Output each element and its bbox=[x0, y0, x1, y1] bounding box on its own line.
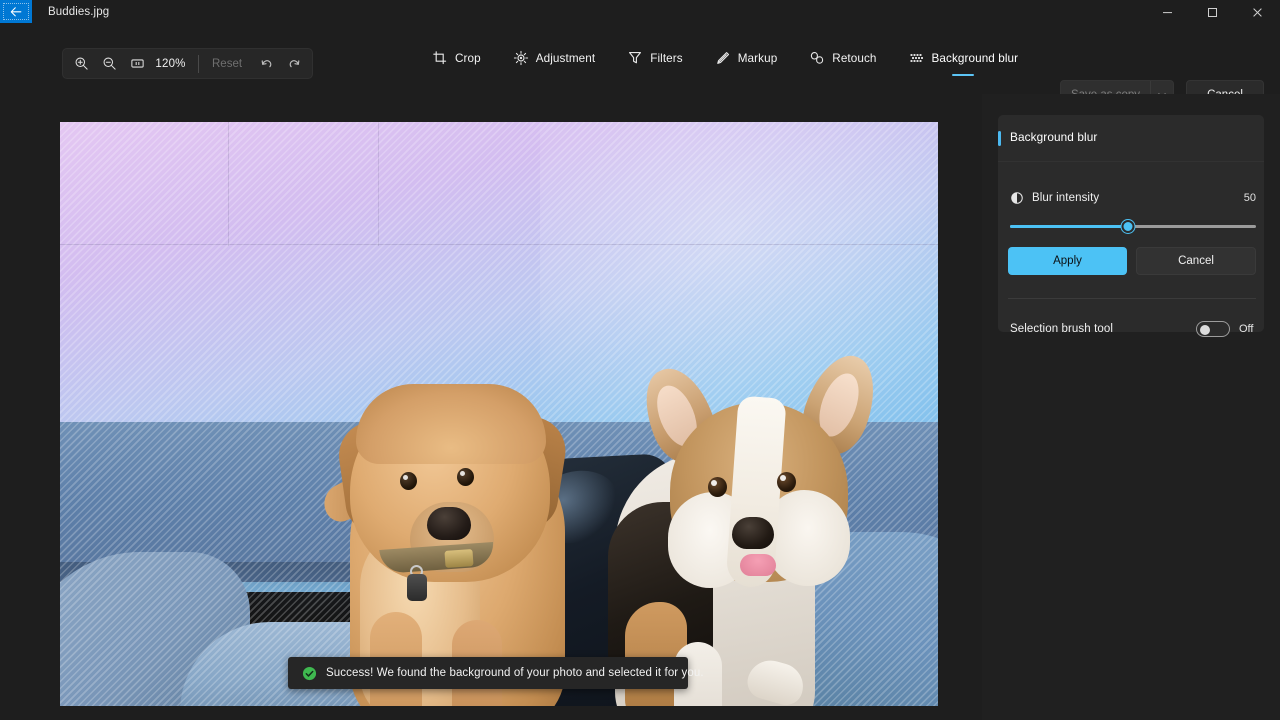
photo-dog1-nose bbox=[427, 507, 471, 540]
back-button[interactable] bbox=[0, 0, 32, 23]
slider-thumb[interactable] bbox=[1121, 220, 1135, 233]
right-panel: Background blur Blur intensity 50 Apply … bbox=[982, 94, 1280, 720]
toast-message: Success! We found the background of your… bbox=[326, 667, 704, 679]
panel-title: Background blur bbox=[1010, 130, 1098, 144]
command-bar: 120% Reset Crop Adjustment Filters Marku… bbox=[0, 32, 1280, 110]
tab-markup[interactable]: Markup bbox=[709, 44, 784, 76]
panel-cancel-button[interactable]: Cancel bbox=[1136, 247, 1256, 275]
tab-label: Adjustment bbox=[535, 51, 596, 65]
blur-intensity-row: Blur intensity 50 bbox=[1010, 189, 1256, 207]
blur-intensity-value: 50 bbox=[1243, 192, 1256, 204]
close-button[interactable] bbox=[1235, 0, 1280, 24]
tab-underline bbox=[952, 73, 975, 76]
photo-dog1-eye-right bbox=[457, 468, 474, 486]
photo-dog2-eye-left bbox=[708, 477, 727, 497]
selection-brush-toggle[interactable] bbox=[1196, 321, 1230, 337]
panel-accent-bar bbox=[998, 131, 1001, 146]
photo-dog2-nose bbox=[732, 517, 774, 549]
undo-button[interactable] bbox=[253, 52, 279, 76]
blur-intensity-slider[interactable] bbox=[1010, 219, 1256, 235]
photo-image bbox=[60, 122, 938, 706]
photo-dog1-eye-left bbox=[400, 472, 417, 490]
crop-icon bbox=[433, 51, 447, 65]
tab-label: Filters bbox=[650, 51, 683, 65]
maximize-button[interactable] bbox=[1190, 0, 1235, 24]
reset-button[interactable]: Reset bbox=[205, 54, 249, 74]
minimize-button[interactable] bbox=[1145, 0, 1190, 24]
undo-redo-group bbox=[253, 52, 307, 76]
photo-dog2-eye-right bbox=[777, 472, 796, 492]
zoom-in-button[interactable] bbox=[68, 52, 94, 76]
success-toast: Success! We found the background of your… bbox=[288, 657, 704, 689]
apply-button[interactable]: Apply bbox=[1008, 247, 1127, 275]
tool-tabs: Crop Adjustment Filters Markup Retouch B… bbox=[426, 44, 1024, 84]
minimize-icon bbox=[1163, 11, 1172, 13]
filter-icon bbox=[629, 52, 642, 64]
photo-wall-seam bbox=[378, 122, 379, 246]
slider-fill bbox=[1010, 225, 1129, 228]
tab-label: Retouch bbox=[832, 51, 877, 65]
zoom-out-button[interactable] bbox=[96, 52, 122, 76]
redo-icon bbox=[289, 60, 299, 68]
panel-divider bbox=[1008, 298, 1256, 299]
zoom-toolbar: 120% Reset bbox=[62, 48, 314, 79]
maximize-icon bbox=[1208, 7, 1217, 17]
photo-dog1-collar-buckle bbox=[444, 549, 474, 568]
redo-button[interactable] bbox=[281, 52, 307, 76]
fit-to-window-button[interactable] bbox=[124, 52, 150, 76]
tab-crop[interactable]: Crop bbox=[426, 44, 487, 76]
arrow-left-icon bbox=[10, 6, 22, 16]
tab-adjustment[interactable]: Adjustment bbox=[507, 44, 601, 76]
fit-to-window-icon bbox=[130, 59, 144, 68]
zoom-out-icon bbox=[103, 57, 116, 70]
pen-icon bbox=[716, 52, 729, 64]
contrast-icon bbox=[1011, 192, 1023, 204]
background-blur-icon bbox=[910, 54, 923, 62]
undo-icon bbox=[261, 60, 271, 68]
photo-dog1-fringe bbox=[356, 384, 546, 464]
selection-brush-state: Off bbox=[1239, 323, 1254, 335]
selection-brush-toggle-wrap: Off bbox=[1196, 321, 1256, 337]
zoom-in-icon bbox=[75, 57, 88, 70]
photo-dog2-tongue bbox=[740, 554, 776, 576]
selection-brush-label: Selection brush tool bbox=[1010, 323, 1114, 335]
retouch-icon bbox=[811, 52, 824, 64]
tab-label: Background blur bbox=[931, 51, 1019, 65]
window-controls bbox=[1145, 0, 1280, 24]
tab-retouch[interactable]: Retouch bbox=[803, 44, 882, 76]
selection-brush-row: Selection brush tool Off bbox=[1010, 318, 1256, 340]
photo-editor-window: Buddies.jpg 120% Reset Crop Adjustment F… bbox=[0, 0, 1280, 720]
zoom-level-value[interactable]: 120% bbox=[152, 58, 192, 70]
window-title: Buddies.jpg bbox=[48, 6, 110, 18]
background-blur-panel: Background blur Blur intensity 50 Apply … bbox=[998, 115, 1264, 337]
blur-intensity-label: Blur intensity bbox=[1032, 192, 1100, 204]
tab-label: Markup bbox=[737, 51, 778, 65]
tab-label: Crop bbox=[455, 51, 481, 65]
brightness-icon bbox=[513, 50, 528, 66]
toggle-knob bbox=[1200, 324, 1210, 335]
panel-header: Background blur bbox=[998, 115, 1264, 162]
title-bar: Buddies.jpg bbox=[0, 0, 1280, 32]
photo-wall-seam bbox=[60, 244, 938, 245]
panel-button-row: Apply Cancel bbox=[1008, 247, 1256, 275]
close-icon bbox=[1253, 7, 1262, 17]
photo-dog1-tag bbox=[407, 574, 427, 601]
toolbar-divider bbox=[198, 54, 199, 73]
photo-wall-seam bbox=[228, 122, 229, 246]
image-canvas[interactable] bbox=[60, 122, 938, 706]
tab-filters[interactable]: Filters bbox=[621, 44, 689, 76]
success-check-icon bbox=[302, 666, 317, 680]
tab-background-blur[interactable]: Background blur bbox=[903, 44, 1025, 76]
